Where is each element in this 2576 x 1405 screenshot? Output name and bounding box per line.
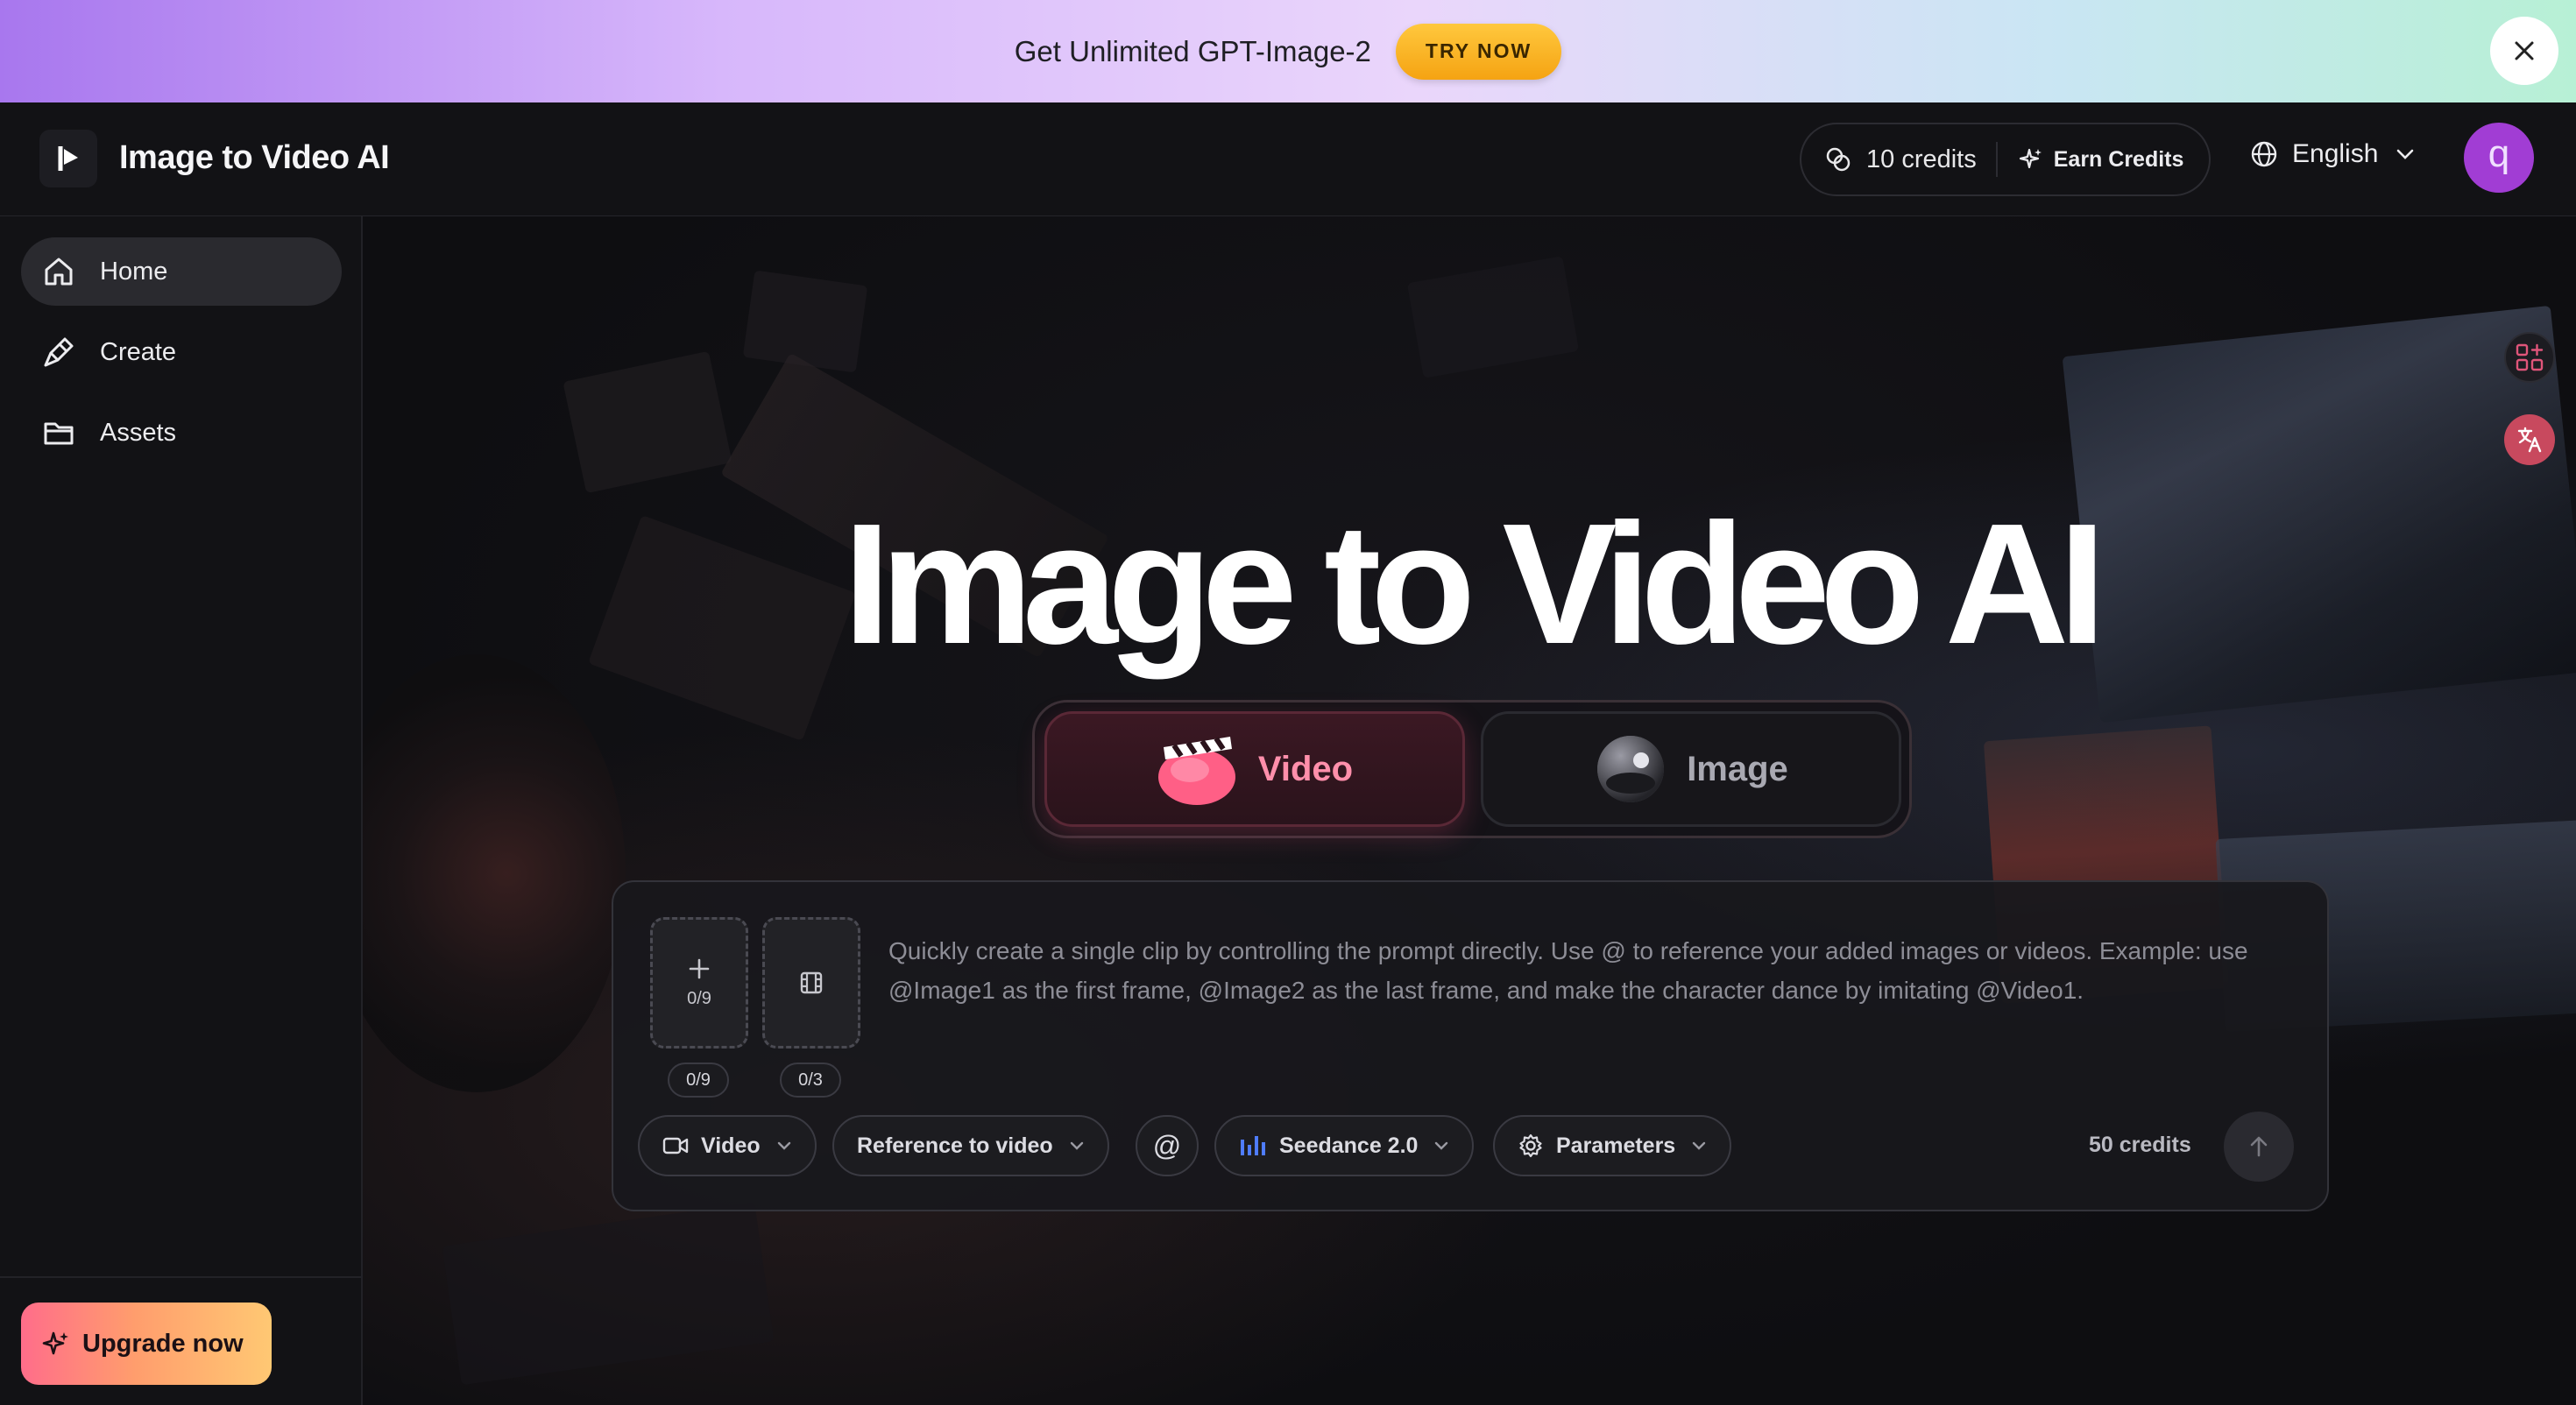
background-film-frame xyxy=(563,350,732,494)
avatar[interactable]: q xyxy=(2464,123,2534,193)
tab-image[interactable]: Image xyxy=(1481,711,1901,827)
model-label: Seedance 2.0 xyxy=(1279,1133,1419,1158)
mention-button[interactable]: @ xyxy=(1136,1115,1199,1176)
mention-label: @ xyxy=(1152,1129,1182,1161)
brush-icon xyxy=(42,335,75,369)
prompt-input[interactable]: Quickly create a single clip by controll… xyxy=(888,931,2299,1010)
credits-balance[interactable]: 10 credits xyxy=(1801,142,1998,177)
app-logo-icon[interactable] xyxy=(39,130,97,187)
sidebar-item-assets[interactable]: Assets xyxy=(21,399,342,467)
upgrade-now-button[interactable]: Upgrade now xyxy=(21,1303,272,1385)
background-film-frame xyxy=(1406,256,1580,378)
folder-icon xyxy=(42,416,75,449)
chevron-down-icon xyxy=(1433,1140,1449,1151)
chevron-down-icon xyxy=(1069,1140,1085,1151)
image-orb-icon xyxy=(1594,734,1667,804)
home-icon xyxy=(42,255,75,288)
sparkle-icon xyxy=(42,1330,70,1358)
film-icon xyxy=(798,970,824,996)
sidebar-item-home[interactable]: Home xyxy=(21,237,342,306)
tab-video-label: Video xyxy=(1257,749,1354,788)
type-selector[interactable]: Video xyxy=(638,1115,817,1176)
submit-button[interactable] xyxy=(2224,1112,2294,1182)
sidebar-item-label: Create xyxy=(100,337,177,366)
close-icon xyxy=(2513,39,2536,62)
plus-icon xyxy=(688,957,711,980)
model-selector[interactable]: Seedance 2.0 xyxy=(1214,1115,1475,1176)
app-title[interactable]: Image to Video AI xyxy=(119,139,390,177)
model-bars-icon xyxy=(1239,1134,1267,1157)
type-selector-label: Video xyxy=(701,1133,761,1158)
top-header: Image to Video AI 10 credits Earn Credit… xyxy=(0,102,2576,216)
parameters-selector[interactable]: Parameters xyxy=(1493,1115,1732,1176)
chevron-down-icon xyxy=(1691,1140,1707,1151)
parameters-label: Parameters xyxy=(1556,1133,1676,1158)
chevron-down-icon xyxy=(2396,148,2415,160)
generation-mode-label: Reference to video xyxy=(857,1133,1053,1158)
image-count-badge: 0/9 xyxy=(668,1063,729,1098)
promo-banner: Get Unlimited GPT-Image-2 TRY NOW xyxy=(0,0,2576,102)
sidebar-divider xyxy=(0,1276,361,1278)
translate-icon xyxy=(2514,424,2545,455)
mode-switch: Video Image xyxy=(1032,700,1912,838)
apps-float-button[interactable] xyxy=(2504,332,2555,383)
tab-image-label: Image xyxy=(1687,749,1788,788)
language-label: English xyxy=(2292,139,2379,168)
arrow-up-icon xyxy=(2247,1134,2270,1159)
coins-icon xyxy=(1824,145,1852,173)
upgrade-label: Upgrade now xyxy=(82,1329,244,1358)
close-banner-button[interactable] xyxy=(2490,17,2558,85)
language-selector[interactable]: English xyxy=(2250,139,2415,169)
background-camera-lens xyxy=(363,654,626,1092)
hero-section: Image to Video AI Video Image 0/9 0/9 0/… xyxy=(363,216,2576,1405)
add-image-slot[interactable]: 0/9 xyxy=(650,917,748,1048)
earn-credits-label: Earn Credits xyxy=(2053,146,2184,172)
sidebar-item-label: Home xyxy=(100,257,168,286)
background-film-frame xyxy=(442,1202,775,1386)
credits-pill: 10 credits Earn Credits xyxy=(1800,123,2211,196)
gear-icon xyxy=(1518,1133,1544,1159)
video-clapper-icon xyxy=(1157,730,1239,808)
translate-float-button[interactable] xyxy=(2504,414,2555,465)
generation-cost: 50 credits xyxy=(2089,1133,2191,1157)
apps-grid-icon xyxy=(2515,342,2544,372)
sidebar-item-label: Assets xyxy=(100,418,177,447)
sidebar-item-create[interactable]: Create xyxy=(21,318,342,386)
promo-text: Get Unlimited GPT-Image-2 xyxy=(1014,34,1371,67)
sparkle-icon xyxy=(2019,147,2043,172)
tab-video[interactable]: Video xyxy=(1044,711,1465,827)
try-now-button[interactable]: TRY NOW xyxy=(1395,23,1562,80)
add-video-slot[interactable] xyxy=(762,917,860,1048)
background-film-frame xyxy=(742,270,868,373)
prompt-composer: 0/9 0/9 0/3 Quickly create a single clip… xyxy=(612,880,2329,1211)
video-camera-icon xyxy=(662,1136,689,1155)
hero-title: Image to Video AI xyxy=(843,488,2106,680)
chevron-down-icon xyxy=(776,1140,792,1151)
generation-mode-selector[interactable]: Reference to video xyxy=(832,1115,1109,1176)
globe-icon xyxy=(2250,140,2278,168)
video-count-badge: 0/3 xyxy=(780,1063,841,1098)
earn-credits-button[interactable]: Earn Credits xyxy=(1998,146,2184,173)
image-slot-count: 0/9 xyxy=(687,988,711,1008)
credits-label: 10 credits xyxy=(1866,145,1977,173)
sidebar: Home Create Assets Upgrade now xyxy=(0,216,363,1405)
